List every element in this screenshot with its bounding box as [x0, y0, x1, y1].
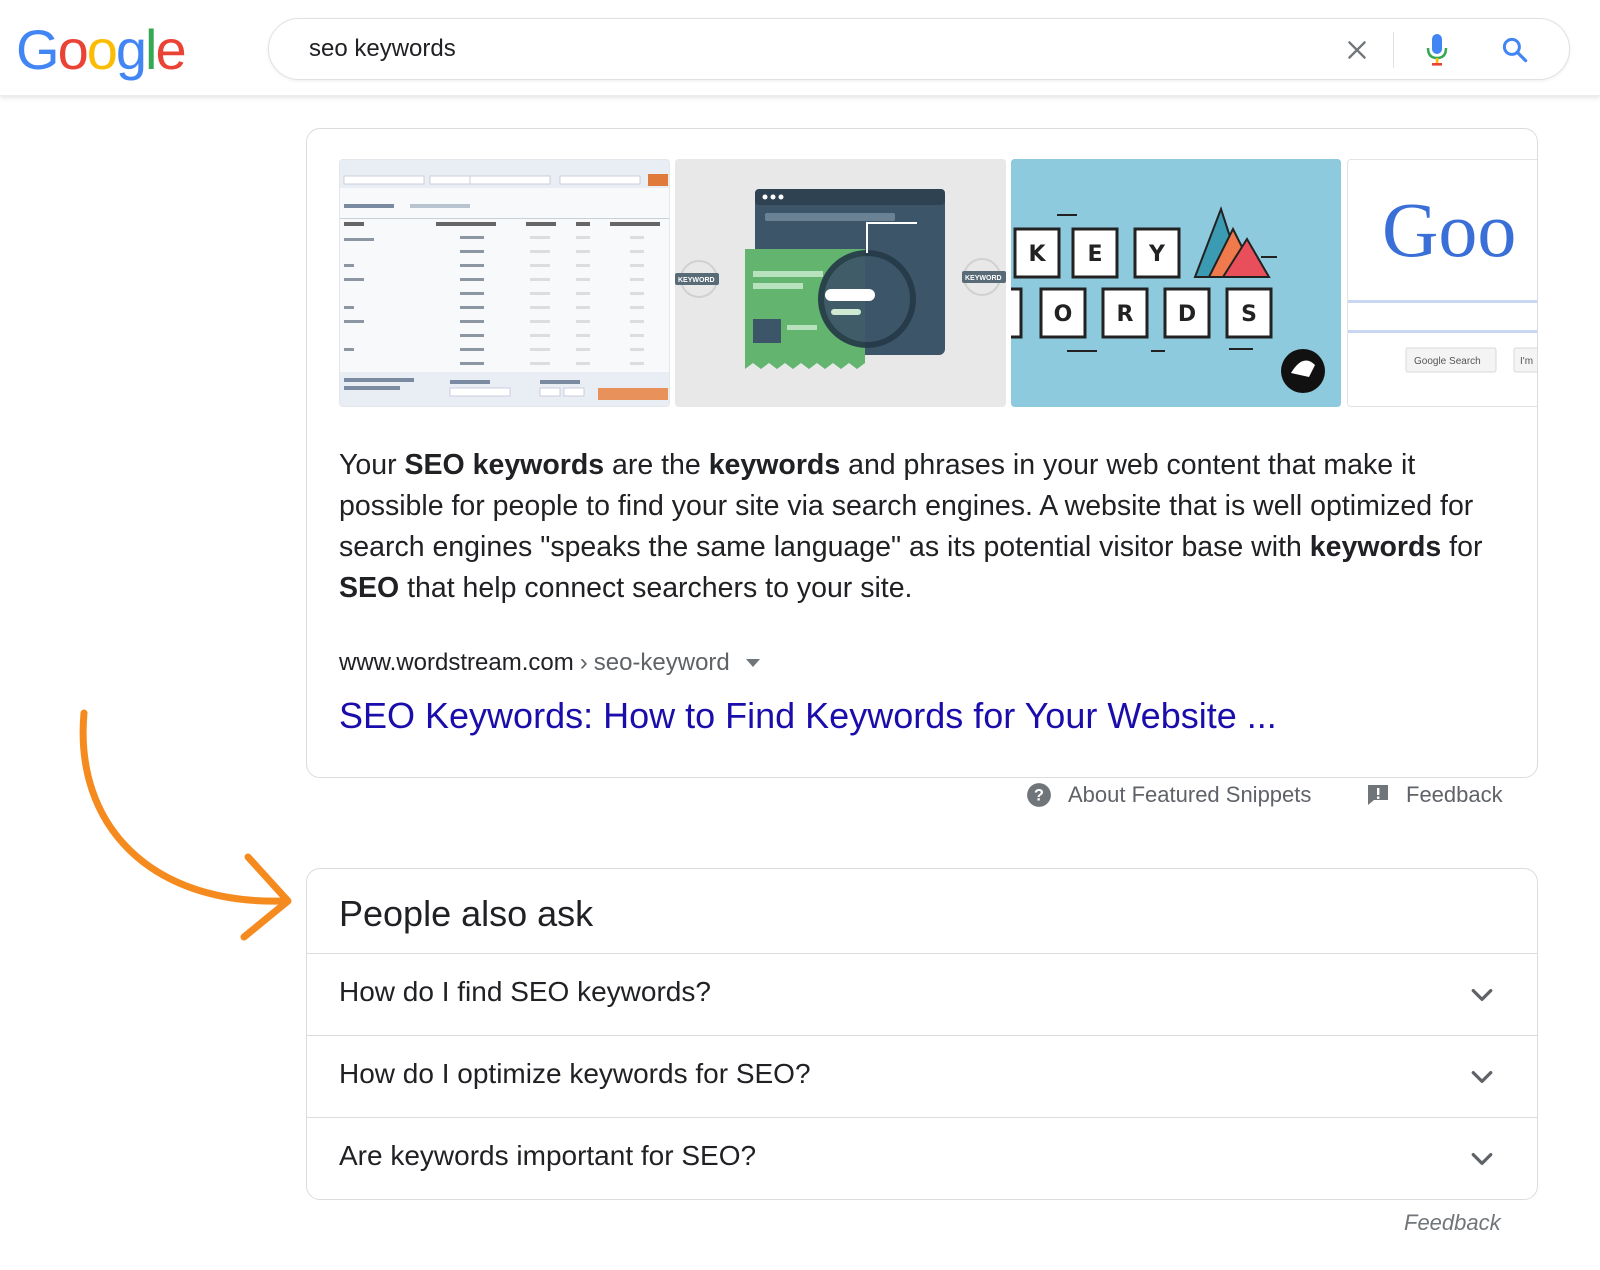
thumb-google-search-btn: Google Search	[1414, 356, 1481, 367]
people-also-ask: People also ask How do I find SEO keywor…	[306, 868, 1538, 1200]
snippet-text-bold: keywords	[1309, 531, 1442, 563]
tile-k: K	[1028, 242, 1046, 267]
tile-s: S	[1241, 302, 1257, 327]
snippet-image-table[interactable]	[339, 159, 670, 407]
search-header: Google	[0, 0, 1600, 96]
thumb-lucky-btn: I'm	[1520, 356, 1533, 367]
snippet-text-part: Your	[339, 449, 405, 481]
logo-letter-o2: o	[86, 18, 118, 81]
snippet-text-bold: SEO	[339, 572, 400, 604]
logo-letter-g: G	[16, 18, 60, 81]
snippet-text-bold: keywords	[708, 449, 841, 481]
result-title-link[interactable]: SEO Keywords: How to Find Keywords for Y…	[339, 695, 1277, 737]
tile-r: R	[1117, 302, 1134, 327]
table-screenshot-graphic	[340, 160, 669, 406]
logo-letter-o1: o	[57, 18, 89, 81]
snippet-text-part: that help connect searchers to your site…	[399, 572, 913, 604]
about-featured-snippets-link[interactable]: ? About Featured Snippets	[1026, 782, 1311, 808]
search-input[interactable]	[309, 19, 1269, 79]
snippet-feedback-link[interactable]: Feedback	[1366, 782, 1503, 808]
chevron-down-icon	[1471, 989, 1493, 1001]
google-logo[interactable]: Google	[16, 18, 187, 82]
chevron-down-icon	[1471, 1071, 1493, 1083]
svg-text:?: ?	[1034, 786, 1044, 804]
tile-o: O	[1054, 302, 1073, 327]
paa-feedback-link[interactable]: Feedback	[1404, 1210, 1501, 1236]
cite-separator: ›	[579, 649, 588, 676]
search-button[interactable]	[1495, 30, 1535, 70]
annotation-arrow-icon	[79, 709, 292, 941]
snippet-image-keyword-tiles[interactable]: K E Y O R D S	[1011, 159, 1341, 407]
tile-e: E	[1087, 242, 1102, 267]
snippet-text-bold: SEO keywords	[404, 449, 605, 481]
search-icon	[1502, 37, 1528, 63]
snippet-image-strip: KEYWORD KEYWORD K E Y O R D S Goo Google…	[339, 159, 1537, 407]
about-featured-snippets-label: About Featured Snippets	[1068, 782, 1312, 807]
tile-d: D	[1178, 302, 1196, 327]
people-also-ask-title: People also ask	[339, 893, 594, 934]
snippet-text-part: for	[1441, 531, 1483, 563]
cite-domain: www.wordstream.com	[339, 649, 574, 676]
result-cite: www.wordstream.com › seo-keyword	[339, 649, 760, 677]
paa-question-text: How do I optimize keywords for SEO?	[339, 1058, 811, 1089]
snippet-feedback-label: Feedback	[1406, 782, 1503, 807]
thumb-google-logo: Goo	[1382, 186, 1516, 273]
cite-path: seo-keyword	[593, 649, 730, 676]
snippet-text-part: are the	[604, 449, 709, 481]
search-box	[268, 18, 1570, 80]
chevron-down-icon	[1471, 1153, 1493, 1165]
close-icon	[1348, 41, 1366, 59]
paa-question-text: How do I find SEO keywords?	[339, 976, 711, 1007]
feedback-icon	[1368, 785, 1388, 805]
paa-question-text: Are keywords important for SEO?	[339, 1140, 757, 1171]
snippet-text: Your SEO keywords are the keywords and p…	[339, 445, 1519, 609]
paa-question-row[interactable]: How do I optimize keywords for SEO?	[307, 1035, 1537, 1117]
help-circle-icon: ?	[1027, 783, 1051, 807]
keyword-label-left: KEYWORD	[678, 277, 715, 284]
featured-snippet: KEYWORD KEYWORD K E Y O R D S Goo Google…	[306, 128, 1538, 778]
snippet-image-illustration[interactable]: KEYWORD KEYWORD	[675, 159, 1006, 407]
microphone-icon	[1426, 34, 1448, 66]
tile-y: Y	[1148, 242, 1166, 267]
logo-letter-e: e	[155, 18, 186, 81]
snippet-image-google-home[interactable]: Goo Google Search I'm	[1347, 159, 1537, 407]
voice-search-button[interactable]	[1417, 30, 1457, 70]
clear-search-button[interactable]	[1339, 32, 1375, 68]
logo-letter-l: l	[145, 18, 158, 81]
search-divider	[1393, 32, 1394, 68]
keyword-label-right: KEYWORD	[965, 275, 1002, 282]
google-homepage-graphic: Goo Google Search I'm	[1348, 160, 1537, 406]
paa-question-row[interactable]: How do I find SEO keywords?	[307, 953, 1537, 1035]
keyword-tiles-graphic: K E Y O R D S	[1011, 159, 1341, 407]
seo-illustration-graphic: KEYWORD KEYWORD	[675, 159, 1006, 407]
paa-question-row[interactable]: Are keywords important for SEO?	[307, 1117, 1537, 1199]
logo-letter-g2: g	[115, 18, 147, 81]
caret-down-icon[interactable]	[745, 659, 760, 667]
